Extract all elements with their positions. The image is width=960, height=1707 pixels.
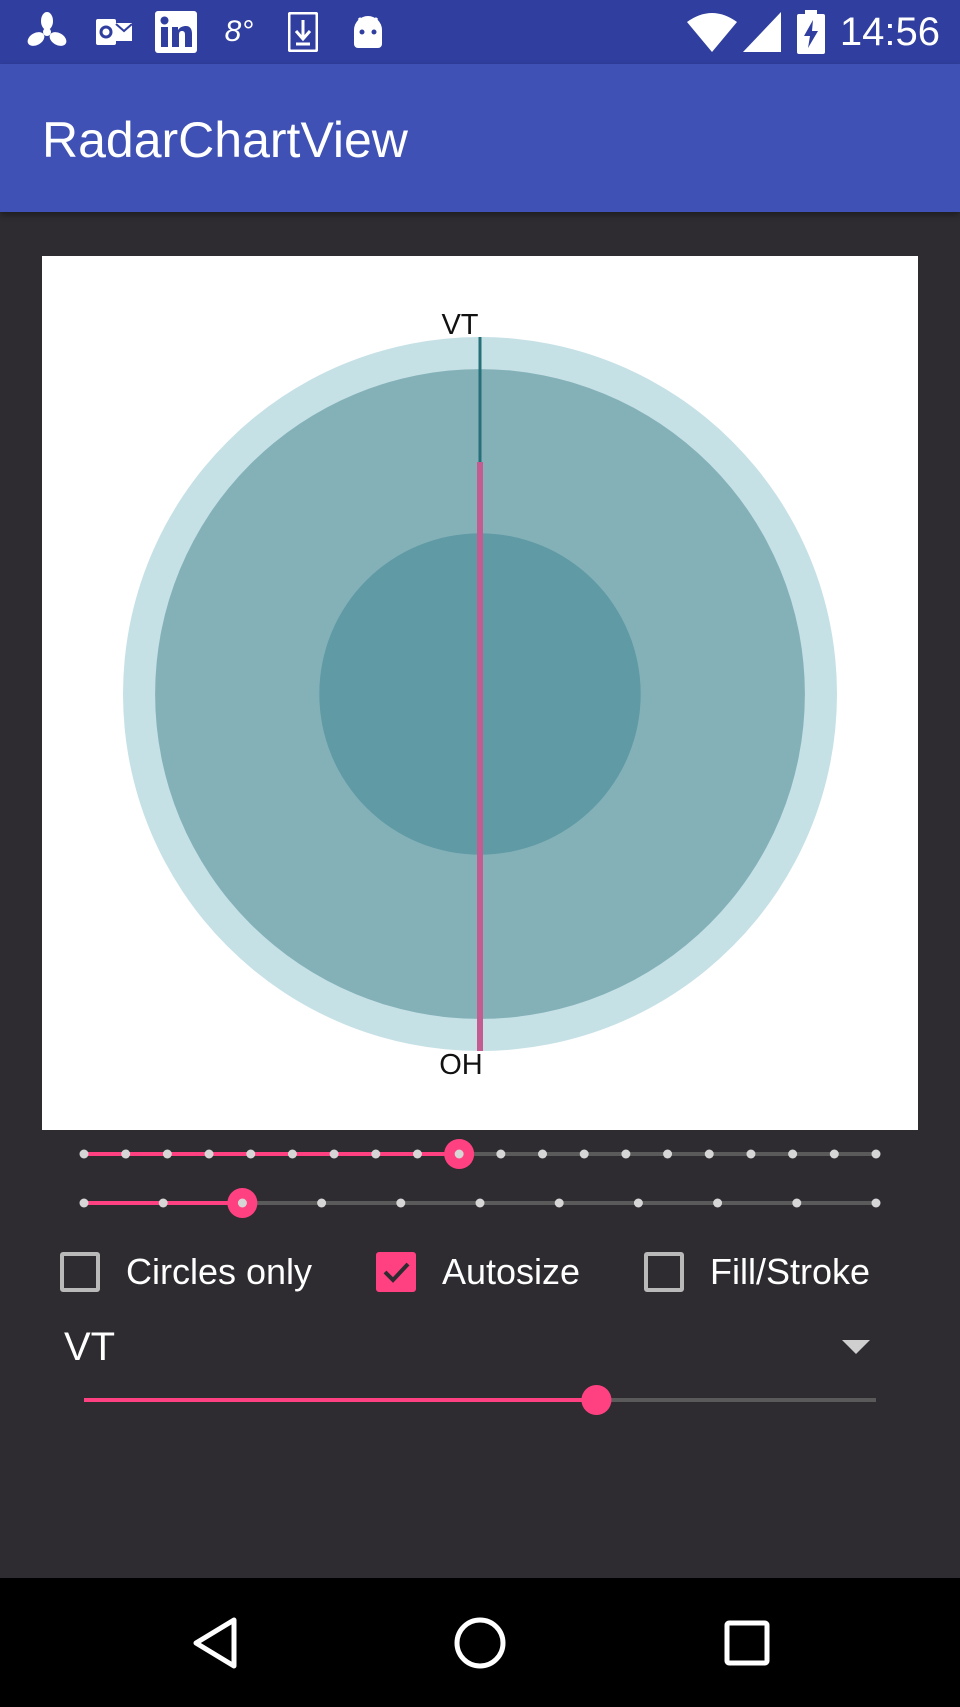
page-title: RadarChartView [42,112,408,168]
wifi-icon [686,12,738,52]
slider-2-tick [158,1198,168,1208]
discrete-slider-1-track[interactable] [79,1134,881,1174]
clock: 14:56 [839,10,940,54]
battery-icon [796,10,826,54]
checkbox-circles-only[interactable]: Circles only [60,1244,312,1300]
slider-1-tick [579,1149,589,1159]
back-icon[interactable] [180,1608,250,1678]
discrete-slider-2[interactable] [79,1183,881,1223]
value-slider-thumb[interactable] [581,1385,612,1415]
axis-label-oh: OH [439,1049,483,1081]
checkbox-fill-stroke[interactable]: Fill/Stroke [644,1244,870,1300]
dropdown-arrow-icon[interactable] [842,1340,870,1354]
home-icon[interactable] [445,1608,515,1678]
weather-icon: 8° [224,15,254,48]
slider-1-tick [829,1149,839,1159]
android-icon [350,12,386,52]
value-slider[interactable] [84,1380,876,1420]
axis-label-vt: VT [441,309,478,341]
navigation-bar [0,1578,960,1707]
pinwheel-icon [26,12,68,52]
slider-1-tick [371,1149,381,1159]
slider-1-tick [704,1149,714,1159]
linkedin-icon [154,11,198,53]
slider-2-thumb-dot [237,1198,247,1208]
slider-1-tick [121,1149,131,1159]
recents-icon[interactable] [712,1608,782,1678]
slider-1-tick [246,1149,256,1159]
slider-2-tick [79,1198,89,1208]
checkbox-autosize-label: Autosize [442,1251,581,1292]
radar-chart-canvas: VT OH [123,309,837,1081]
checkbox-circles-only-label: Circles only [126,1251,313,1292]
slider-2-tick [871,1198,881,1208]
slider-2-tick [792,1198,802,1208]
status-bar: 8° 14:56 [0,0,960,64]
options-row: Circles only Autosize Fill/Stroke [60,1244,900,1300]
slider-1-tick [204,1149,214,1159]
slider-1-tick [538,1149,548,1159]
slider-2-tick [317,1198,327,1208]
slider-2-tick [475,1198,485,1208]
app-bar: RadarChartView [0,64,960,212]
slider-2-tick [633,1198,643,1208]
checkbox-autosize-box[interactable] [376,1252,416,1292]
signal-icon [742,12,782,52]
slider-1-tick [663,1149,673,1159]
checkbox-fill-stroke-label: Fill/Stroke [710,1251,871,1292]
checkbox-fill-stroke-box[interactable] [644,1252,684,1292]
slider-2-tick [713,1198,723,1208]
slider-1-tick [621,1149,631,1159]
value-slider-track[interactable] [84,1380,876,1420]
checkbox-autosize[interactable]: Autosize [376,1244,580,1300]
slider-1-tick [162,1149,172,1159]
slider-1-tick [79,1149,89,1159]
radar-chart[interactable]: VT OH [42,256,918,1130]
slider-2-tick [396,1198,406,1208]
discrete-slider-2-track[interactable] [79,1183,881,1223]
slider-1-tick [746,1149,756,1159]
outlook-icon [94,12,134,52]
slider-1-thumb-dot [454,1149,464,1159]
slider-1-tick [788,1149,798,1159]
discrete-slider-1[interactable] [79,1134,881,1174]
spinner-selected-value: VT [64,1325,116,1369]
check-icon [383,1262,410,1283]
slider-1-tick [496,1149,506,1159]
slider-2-tick [554,1198,564,1208]
slider-1-tick [871,1149,881,1159]
download-icon [286,12,320,52]
axis-spinner[interactable]: VT [64,1318,884,1376]
checkbox-circles-only-box[interactable] [60,1252,100,1292]
slider-1-tick [412,1149,422,1159]
slider-1-tick [287,1149,297,1159]
slider-1-tick [329,1149,339,1159]
